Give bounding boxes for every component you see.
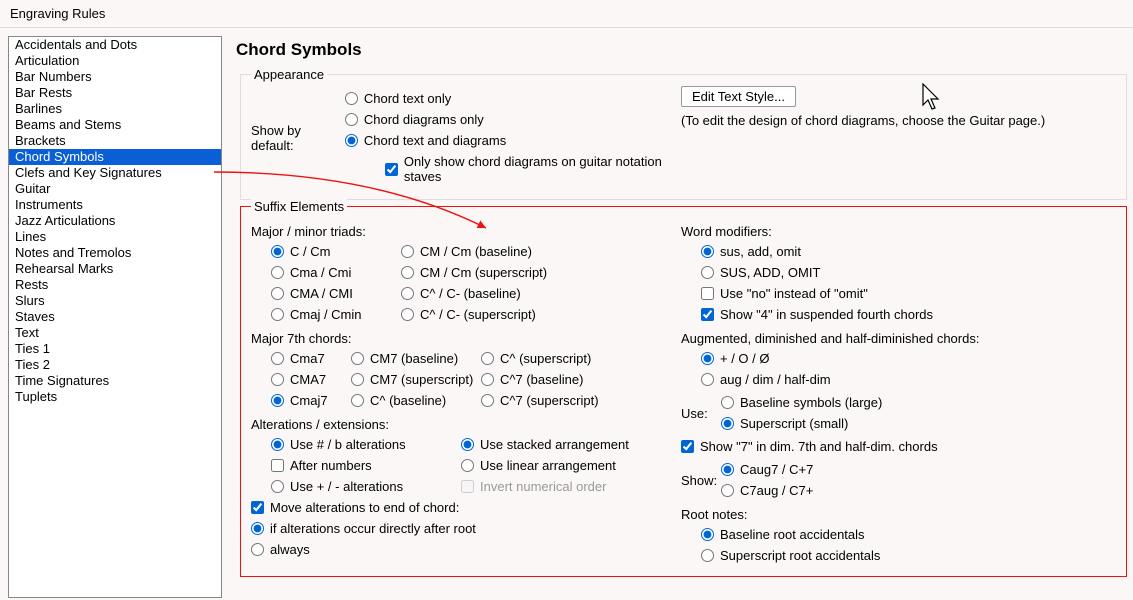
sidebar-item[interactable]: Guitar (9, 181, 221, 197)
show7-checkbox[interactable] (681, 440, 694, 453)
caug7[interactable] (721, 463, 734, 476)
m7-option[interactable] (351, 352, 364, 365)
sidebar-item[interactable]: Tuplets (9, 389, 221, 405)
sidebar-item[interactable]: Articulation (9, 53, 221, 69)
m7-option[interactable] (271, 394, 284, 407)
m7-option[interactable] (481, 394, 494, 407)
show-default-text-and-diagrams[interactable] (345, 134, 358, 147)
root-baseline[interactable] (701, 528, 714, 541)
if-after-root[interactable] (251, 522, 264, 535)
use-label: Use: (681, 406, 721, 421)
sidebar-list[interactable]: Accidentals and DotsArticulationBar Numb… (8, 36, 222, 598)
m7-option[interactable] (481, 373, 494, 386)
sidebar-item[interactable]: Lines (9, 229, 221, 245)
m7-option[interactable] (481, 352, 494, 365)
use-plus-minus[interactable] (271, 480, 284, 493)
sidebar-item[interactable]: Bar Rests (9, 85, 221, 101)
use-no-checkbox[interactable] (701, 287, 714, 300)
mm-option[interactable] (401, 308, 414, 321)
mm-option[interactable] (271, 245, 284, 258)
c7aug[interactable] (721, 484, 734, 497)
show-default-diagrams-only[interactable] (345, 113, 358, 126)
m7-option[interactable] (271, 352, 284, 365)
wm-upper[interactable] (701, 266, 714, 279)
sidebar-item[interactable]: Beams and Stems (9, 117, 221, 133)
sidebar-item[interactable]: Slurs (9, 293, 221, 309)
word-modifiers-label: Word modifiers: (681, 224, 1116, 239)
sidebar-item[interactable]: Barlines (9, 101, 221, 117)
show-label: Show: (681, 473, 721, 488)
use-linear[interactable] (461, 459, 474, 472)
show-by-default-label: Show by default: (251, 123, 345, 153)
sidebar-item[interactable]: Ties 1 (9, 341, 221, 357)
always[interactable] (251, 543, 264, 556)
sidebar-item[interactable]: Rests (9, 277, 221, 293)
ad-words[interactable] (701, 373, 714, 386)
appearance-legend: Appearance (251, 67, 327, 82)
sidebar-item[interactable]: Instruments (9, 197, 221, 213)
root-notes-label: Root notes: (681, 507, 1116, 522)
aug-dim-label: Augmented, diminished and half-diminishe… (681, 331, 1116, 346)
major-minor-label: Major / minor triads: (251, 224, 681, 239)
sidebar-item[interactable]: Text (9, 325, 221, 341)
sidebar-item[interactable]: Rehearsal Marks (9, 261, 221, 277)
alterations-label: Alterations / extensions: (251, 417, 681, 432)
wm-lower[interactable] (701, 245, 714, 258)
appearance-group: Appearance Show by default: Chord text o… (240, 74, 1127, 200)
sidebar-item[interactable]: Staves (9, 309, 221, 325)
sidebar-item[interactable]: Brackets (9, 133, 221, 149)
mm-option[interactable] (271, 266, 284, 279)
window-title: Engraving Rules (0, 0, 1133, 27)
root-superscript[interactable] (701, 549, 714, 562)
guitar-page-note: (To edit the design of chord diagrams, c… (681, 113, 1116, 128)
baseline-large[interactable] (721, 396, 734, 409)
use-hash-b[interactable] (271, 438, 284, 451)
m7-option[interactable] (351, 373, 364, 386)
show4-checkbox[interactable] (701, 308, 714, 321)
superscript-small[interactable] (721, 417, 734, 430)
m7-option[interactable] (351, 394, 364, 407)
sidebar-item[interactable]: Chord Symbols (9, 149, 221, 165)
only-guitar-staves-checkbox[interactable] (385, 163, 398, 176)
sidebar-item[interactable]: Accidentals and Dots (9, 37, 221, 53)
sidebar-item[interactable]: Clefs and Key Signatures (9, 165, 221, 181)
sidebar-item[interactable]: Notes and Tremolos (9, 245, 221, 261)
suffix-legend: Suffix Elements (251, 199, 347, 214)
sidebar-item[interactable]: Jazz Articulations (9, 213, 221, 229)
move-end-checkbox[interactable] (251, 501, 264, 514)
mm-option[interactable] (401, 287, 414, 300)
ad-symbols[interactable] (701, 352, 714, 365)
after-numbers-checkbox[interactable] (271, 459, 284, 472)
mm-option[interactable] (401, 245, 414, 258)
invert-order-checkbox (461, 480, 474, 493)
mm-option[interactable] (271, 308, 284, 321)
use-stacked[interactable] (461, 438, 474, 451)
suffix-elements-group: Suffix Elements Major / minor triads: C … (240, 206, 1127, 577)
show-default-text-only[interactable] (345, 92, 358, 105)
mm-option[interactable] (401, 266, 414, 279)
major7-label: Major 7th chords: (251, 331, 681, 346)
sidebar-item[interactable]: Time Signatures (9, 373, 221, 389)
mm-option[interactable] (271, 287, 284, 300)
sidebar-item[interactable]: Ties 2 (9, 357, 221, 373)
page-title: Chord Symbols (236, 40, 1133, 60)
sidebar-item[interactable]: Bar Numbers (9, 69, 221, 85)
m7-option[interactable] (271, 373, 284, 386)
edit-text-style-button[interactable]: Edit Text Style... (681, 86, 796, 107)
